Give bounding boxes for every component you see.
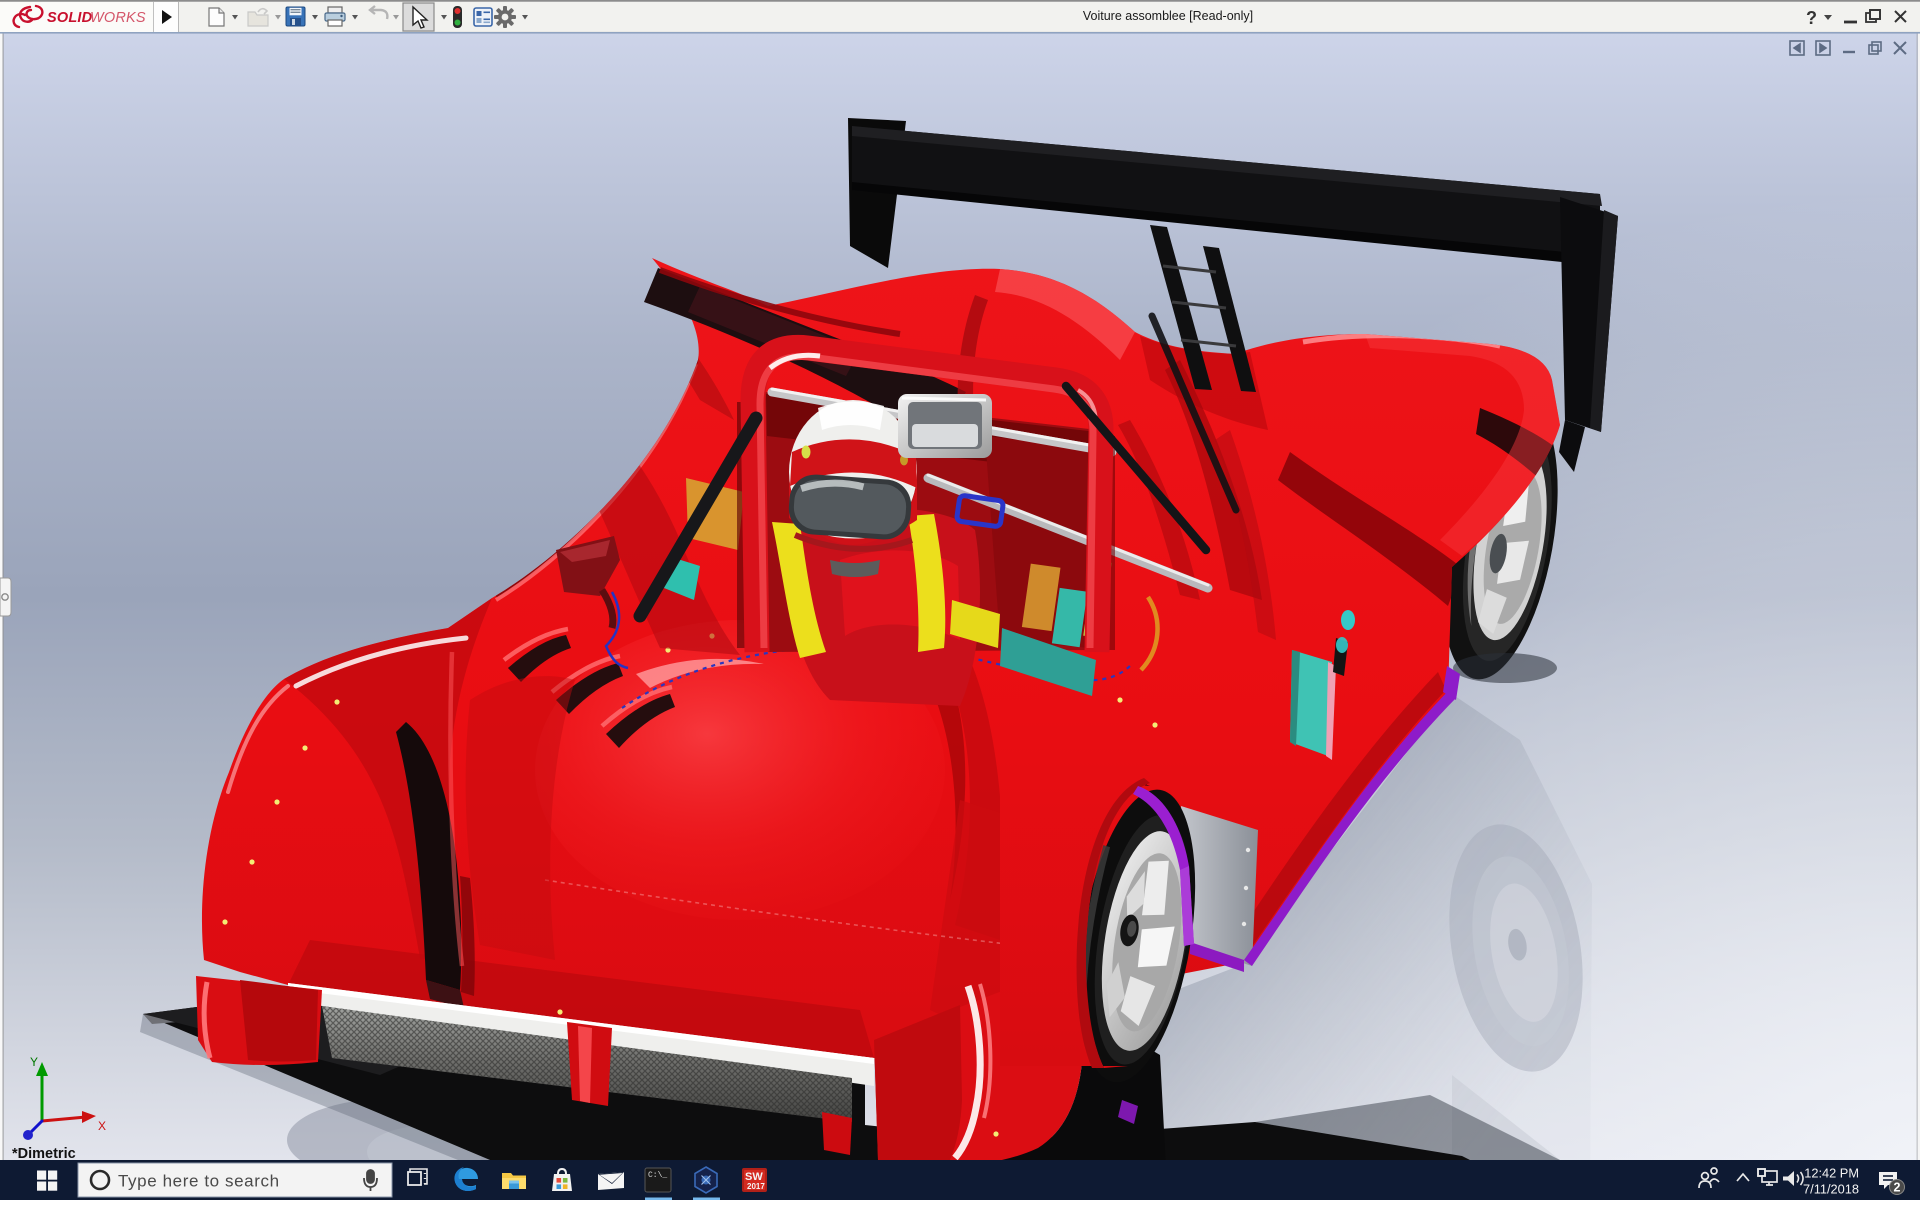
- svg-text:?: ?: [1806, 8, 1817, 28]
- svg-text:C:\_: C:\_: [648, 1171, 667, 1180]
- svg-text:Type here to search: Type here to search: [118, 1172, 280, 1191]
- svg-text:7/11/2018: 7/11/2018: [1803, 1182, 1859, 1197]
- svg-text:12:42 PM: 12:42 PM: [1804, 1166, 1859, 1181]
- svg-text:2017: 2017: [747, 1182, 765, 1191]
- svg-text:X: X: [98, 1119, 106, 1133]
- svg-text:2: 2: [1894, 1181, 1901, 1195]
- svg-text:SOLID: SOLID: [47, 10, 93, 26]
- svg-text:*Dimetric: *Dimetric: [12, 1146, 76, 1160]
- svg-text:WORKS: WORKS: [90, 10, 146, 26]
- svg-text:Y: Y: [30, 1055, 38, 1069]
